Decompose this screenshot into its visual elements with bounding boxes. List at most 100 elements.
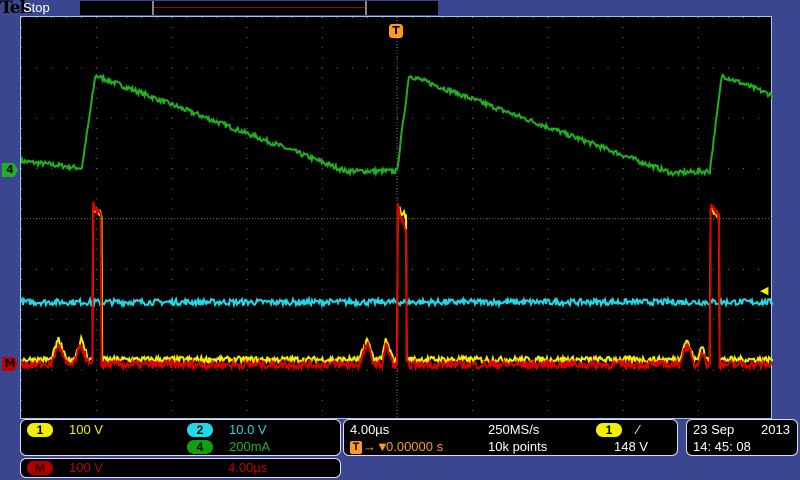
grid-dot bbox=[321, 17, 323, 18]
grid-dot bbox=[547, 158, 549, 160]
ch2-badge[interactable]: 2 bbox=[187, 423, 213, 437]
grid-dot bbox=[457, 369, 459, 371]
grid-dot bbox=[201, 369, 203, 371]
grid-dot bbox=[472, 339, 474, 341]
grid-dot bbox=[472, 289, 474, 291]
trigger-delay: 0.00000 s bbox=[386, 439, 444, 454]
grid-dot bbox=[532, 17, 534, 18]
grid-dot bbox=[532, 218, 534, 220]
grid-dot bbox=[622, 389, 624, 391]
grid-dot bbox=[246, 238, 248, 240]
grid-dot bbox=[246, 379, 248, 381]
grid-dot bbox=[96, 17, 98, 18]
grid-dot bbox=[96, 268, 98, 270]
math-badge[interactable]: M bbox=[27, 461, 53, 475]
grid-dot bbox=[472, 228, 474, 230]
grid-dot bbox=[171, 37, 173, 39]
grid-dot bbox=[306, 369, 308, 371]
grid-dot bbox=[757, 319, 759, 321]
grid-dot bbox=[171, 198, 173, 200]
grid-dot bbox=[622, 289, 624, 291]
record-window bbox=[152, 1, 367, 15]
grid-dot bbox=[487, 218, 489, 220]
grid-dot bbox=[622, 238, 624, 240]
record-view-bar[interactable] bbox=[80, 1, 438, 15]
grid-dot bbox=[622, 309, 624, 311]
grid-dot bbox=[622, 349, 624, 351]
grid-dot bbox=[246, 107, 248, 109]
trigger-level-icon[interactable]: ◀ bbox=[760, 284, 768, 297]
grid-dot bbox=[321, 107, 323, 109]
grid-dot bbox=[321, 87, 323, 89]
grid-dot bbox=[472, 158, 474, 160]
horizontal-scale[interactable]: 4.00µs bbox=[350, 422, 389, 437]
grid-dot bbox=[667, 369, 669, 371]
trigger-level: 148 V bbox=[614, 439, 648, 454]
grid-dot bbox=[472, 268, 474, 270]
grid-dot bbox=[246, 258, 248, 260]
grid-dot bbox=[171, 329, 173, 331]
grid-dot bbox=[487, 319, 489, 321]
grid-dot bbox=[697, 278, 699, 280]
grid-dot bbox=[457, 117, 459, 119]
ch4-badge[interactable]: 4 bbox=[187, 440, 213, 454]
waveform-graticule[interactable] bbox=[20, 16, 773, 420]
grid-dot bbox=[592, 67, 594, 69]
grid-dot bbox=[21, 258, 22, 260]
grid-dot bbox=[81, 319, 83, 321]
grid-dot bbox=[201, 168, 203, 170]
grid-dot bbox=[697, 188, 699, 190]
grid-dot bbox=[742, 268, 744, 270]
grid-dot bbox=[547, 57, 549, 59]
grid-dot bbox=[472, 218, 474, 220]
trigger-source-badge[interactable]: 1 bbox=[596, 423, 622, 437]
grid-dot bbox=[21, 369, 22, 371]
grid-dot bbox=[246, 127, 248, 129]
grid-dot bbox=[427, 319, 429, 321]
grid-dot bbox=[96, 228, 98, 230]
grid-dot bbox=[472, 389, 474, 391]
grid-dot bbox=[562, 17, 564, 18]
grid-dot bbox=[21, 409, 22, 411]
grid-dot bbox=[652, 17, 654, 18]
grid-dot bbox=[607, 369, 609, 371]
grid-dot bbox=[381, 17, 383, 18]
grid-dot bbox=[592, 369, 594, 371]
grid-dot bbox=[276, 268, 278, 270]
grid-dot bbox=[336, 17, 338, 18]
grid-dot bbox=[592, 268, 594, 270]
ch1-badge[interactable]: 1 bbox=[27, 423, 53, 437]
grid-dot bbox=[246, 17, 248, 18]
math-marker[interactable]: M bbox=[2, 357, 18, 371]
grid-dot bbox=[547, 87, 549, 89]
grid-dot bbox=[547, 329, 549, 331]
grid-dot bbox=[21, 208, 22, 210]
grid-dot bbox=[607, 67, 609, 69]
grid-dot bbox=[381, 319, 383, 321]
grid-dot bbox=[381, 218, 383, 220]
grid-dot bbox=[547, 47, 549, 49]
grid-dot bbox=[742, 369, 744, 371]
acquisition-state[interactable]: Stop bbox=[23, 0, 50, 15]
grid-dot bbox=[577, 17, 579, 18]
grid-dot bbox=[21, 77, 22, 79]
grid-dot bbox=[321, 37, 323, 39]
grid-dot bbox=[21, 289, 22, 291]
grid-dot bbox=[682, 268, 684, 270]
grid-dot bbox=[547, 188, 549, 190]
trigger-position-marker[interactable]: T bbox=[389, 24, 403, 38]
grid-dot bbox=[547, 278, 549, 280]
grid-dot bbox=[412, 17, 414, 18]
grid-dot bbox=[21, 238, 22, 240]
grid-dot bbox=[682, 369, 684, 371]
grid-dot bbox=[216, 17, 218, 18]
grid-dot bbox=[306, 117, 308, 119]
grid-dot bbox=[126, 319, 128, 321]
grid-dot bbox=[667, 268, 669, 270]
grid-dot bbox=[381, 67, 383, 69]
ch4-marker[interactable]: 4 bbox=[2, 163, 18, 177]
grid-dot bbox=[442, 17, 444, 18]
grid-dot bbox=[21, 127, 22, 129]
grid-dot bbox=[472, 77, 474, 79]
grid-dot bbox=[321, 198, 323, 200]
